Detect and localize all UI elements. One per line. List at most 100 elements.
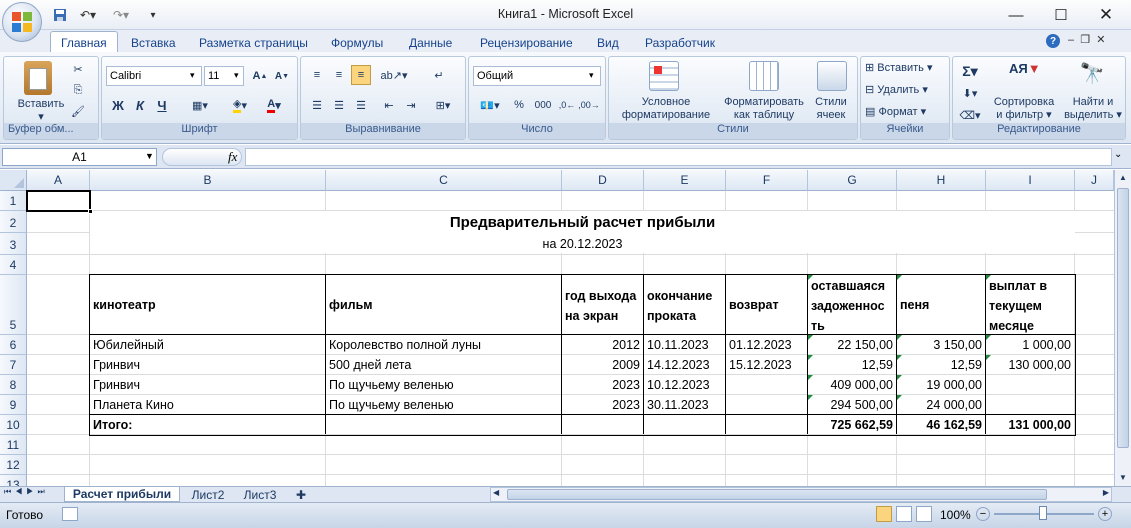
- cell-year[interactable]: 2023: [562, 375, 643, 395]
- row-header-5[interactable]: 5: [0, 275, 27, 335]
- conditional-formatting-icon[interactable]: [649, 61, 679, 91]
- cell-cinema[interactable]: Гринвич: [90, 375, 325, 395]
- sheet-tab-active[interactable]: Расчет прибыли: [64, 487, 180, 502]
- grow-font-icon[interactable]: A ▲: [250, 66, 270, 86]
- header-return[interactable]: возврат: [729, 298, 779, 312]
- workbook-window-controls[interactable]: – ❐ ✕: [1068, 33, 1105, 46]
- column-header-j[interactable]: J: [1075, 170, 1114, 191]
- find-select-icon[interactable]: 🔭: [1077, 61, 1107, 91]
- insert-cells-button[interactable]: ⊞ Вставить ▾: [865, 61, 933, 74]
- align-left-icon[interactable]: ☰: [307, 95, 327, 115]
- row-header-8[interactable]: 8: [0, 375, 27, 395]
- header-payment-line1[interactable]: выплат в: [989, 279, 1047, 293]
- report-date[interactable]: на 20.12.2023: [90, 237, 1075, 251]
- orientation-icon[interactable]: ab↗▾: [379, 65, 409, 85]
- header-payment-line2[interactable]: текущем: [989, 299, 1042, 313]
- percent-icon[interactable]: %: [509, 95, 529, 115]
- header-penalty[interactable]: пеня: [900, 298, 929, 312]
- scroll-left-icon[interactable]: ◀: [493, 488, 499, 497]
- wrap-text-icon[interactable]: ↵: [429, 65, 449, 85]
- header-debt-line2[interactable]: задоженнос: [811, 299, 885, 313]
- row-header-13[interactable]: 13: [0, 475, 27, 486]
- header-cinema[interactable]: кинотеатр: [93, 298, 156, 312]
- number-format-select[interactable]: Общий: [473, 66, 601, 86]
- increase-indent-icon[interactable]: ⇥: [401, 95, 421, 115]
- cell-penalty[interactable]: 19 000,00: [897, 375, 985, 395]
- align-top-icon[interactable]: ≡: [307, 65, 327, 85]
- column-header-c[interactable]: C: [326, 170, 562, 191]
- tab-review[interactable]: Рецензирование: [480, 33, 573, 52]
- cell-film[interactable]: 500 дней лета: [326, 355, 561, 375]
- cell-end[interactable]: 10.11.2023: [644, 335, 725, 355]
- vertical-scroll-thumb[interactable]: [1117, 188, 1129, 448]
- cell-film[interactable]: По щучьему веленью: [326, 395, 561, 415]
- find-select-label2[interactable]: выделить ▾: [1061, 109, 1125, 121]
- horizontal-scrollbar[interactable]: ◀ ▶: [490, 487, 1112, 502]
- normal-view-icon[interactable]: [876, 506, 892, 522]
- cell-debt[interactable]: 22 150,00: [808, 335, 896, 355]
- cell-return[interactable]: [726, 395, 807, 415]
- cut-icon[interactable]: ✂: [68, 59, 88, 79]
- format-as-table-label1[interactable]: Форматировать: [717, 96, 811, 108]
- sheet-nav-icons[interactable]: ⏮◀▶⏭: [4, 487, 49, 497]
- bold-button[interactable]: Ж: [108, 95, 128, 115]
- column-header-d[interactable]: D: [562, 170, 644, 191]
- total-penalty[interactable]: 46 162,59: [897, 415, 985, 435]
- maximize-icon[interactable]: ☐: [1039, 4, 1083, 26]
- cell-end[interactable]: 30.11.2023: [644, 395, 725, 415]
- cell-return[interactable]: [726, 375, 807, 395]
- align-middle-icon[interactable]: ≡: [329, 65, 349, 85]
- sort-filter-label1[interactable]: Сортировка: [987, 96, 1061, 108]
- scroll-right-icon[interactable]: ▶: [1103, 488, 1109, 497]
- zoom-slider-thumb[interactable]: [1039, 506, 1047, 520]
- format-cells-button[interactable]: ▤ Формат ▾: [865, 105, 926, 118]
- row-header-6[interactable]: 6: [0, 335, 27, 355]
- tab-insert[interactable]: Вставка: [131, 33, 176, 52]
- merge-center-icon[interactable]: ⊞▾: [429, 95, 457, 115]
- total-label[interactable]: Итого:: [90, 415, 325, 435]
- cell-year[interactable]: 2012: [562, 335, 643, 355]
- cell-penalty[interactable]: 3 150,00: [897, 335, 985, 355]
- horizontal-scroll-thumb[interactable]: [507, 489, 1047, 500]
- paste-icon[interactable]: [24, 61, 52, 95]
- cell-debt[interactable]: 294 500,00: [808, 395, 896, 415]
- active-cell-a1[interactable]: [26, 190, 93, 214]
- column-header-i[interactable]: I: [986, 170, 1075, 191]
- select-all-corner[interactable]: [0, 170, 27, 191]
- cell-debt[interactable]: 12,59: [808, 355, 896, 375]
- close-icon[interactable]: ✕: [1084, 4, 1128, 26]
- sort-filter-icon[interactable]: АЯ▼: [1009, 61, 1041, 91]
- underline-button[interactable]: Ч: [152, 95, 172, 115]
- cell-return[interactable]: 01.12.2023: [726, 335, 807, 355]
- worksheet-grid[interactable]: A B C D E F G H I J 1 2 3 4 5 6 7 8 9 10…: [0, 170, 1114, 486]
- formula-input[interactable]: [245, 148, 1112, 166]
- row-header-2[interactable]: 2: [0, 211, 27, 233]
- conditional-formatting-label2[interactable]: форматирование: [611, 109, 721, 121]
- column-header-f[interactable]: F: [726, 170, 808, 191]
- row-header-3[interactable]: 3: [0, 233, 27, 255]
- cell-debt[interactable]: 409 000,00: [808, 375, 896, 395]
- header-film[interactable]: фильм: [329, 298, 373, 312]
- row-header-10[interactable]: 10: [0, 415, 27, 435]
- tab-home[interactable]: Главная: [50, 31, 118, 53]
- decrease-indent-icon[interactable]: ⇤: [379, 95, 399, 115]
- borders-icon[interactable]: ▦▾: [190, 95, 210, 115]
- vertical-scrollbar[interactable]: ▲ ▼: [1114, 170, 1131, 486]
- cell-cinema[interactable]: Юбилейный: [90, 335, 325, 355]
- total-payment[interactable]: 131 000,00: [986, 415, 1074, 435]
- align-center-icon[interactable]: ☰: [329, 95, 349, 115]
- column-header-h[interactable]: H: [897, 170, 986, 191]
- delete-cells-button[interactable]: ⊟ Удалить ▾: [865, 83, 928, 96]
- page-break-view-icon[interactable]: [916, 506, 932, 522]
- tab-data[interactable]: Данные: [409, 33, 452, 52]
- row-header-9[interactable]: 9: [0, 395, 27, 415]
- scroll-up-icon[interactable]: ▲: [1115, 170, 1131, 186]
- italic-button[interactable]: К: [130, 95, 150, 115]
- sheet-tab[interactable]: Лист3: [238, 487, 282, 502]
- cell-payment[interactable]: 1 000,00: [986, 335, 1074, 355]
- total-debt[interactable]: 725 662,59: [808, 415, 896, 435]
- cell-penalty[interactable]: 24 000,00: [897, 395, 985, 415]
- minimize-icon[interactable]: —: [994, 4, 1038, 26]
- page-layout-view-icon[interactable]: [896, 506, 912, 522]
- autosum-icon[interactable]: Σ▾: [957, 61, 983, 81]
